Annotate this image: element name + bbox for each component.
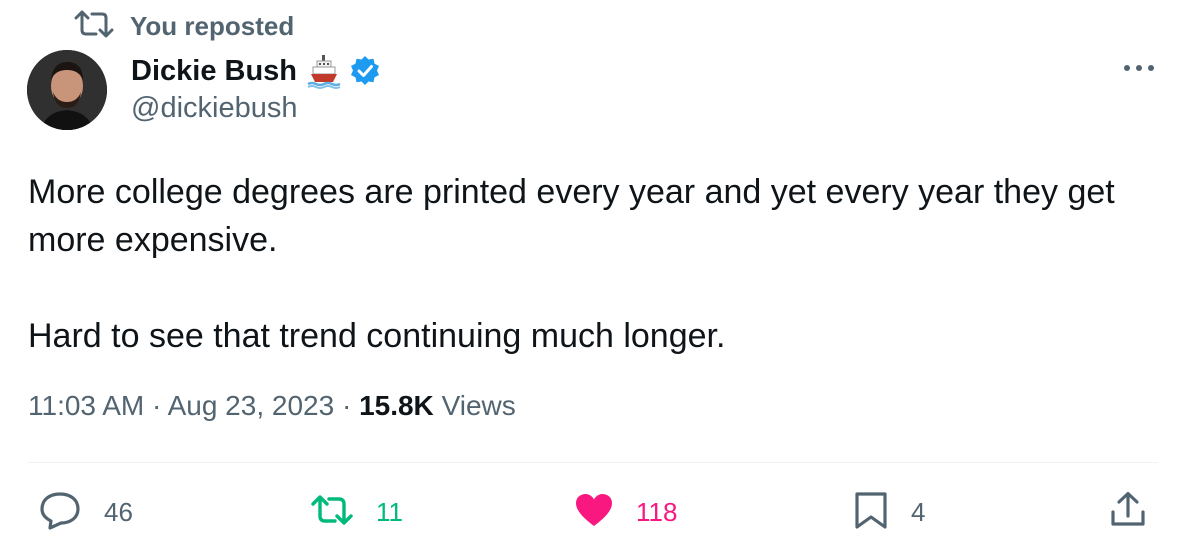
meta-separator: · (152, 390, 162, 421)
ship-emoji-icon (307, 53, 341, 89)
bookmark-button[interactable]: 4 (853, 490, 925, 534)
share-button[interactable] (1108, 490, 1148, 534)
tweet-date[interactable]: Aug 23, 2023 (168, 390, 335, 421)
tweet-paragraph: More college degrees are printed every y… (28, 173, 1115, 259)
repost-icon (72, 10, 116, 43)
views-label: Views (441, 390, 516, 421)
bookmark-icon (853, 490, 889, 535)
meta-separator: · (341, 390, 352, 421)
author-handle[interactable]: @dickiebush (131, 92, 297, 125)
author-name[interactable]: Dickie Bush (131, 55, 297, 88)
views-count[interactable]: 15.8K (359, 390, 434, 421)
repost-icon (310, 494, 354, 531)
more-icon (1122, 60, 1156, 78)
reply-count: 46 (104, 496, 133, 527)
divider (28, 462, 1158, 463)
share-icon (1108, 490, 1148, 535)
more-options-button[interactable] (1122, 52, 1156, 86)
reply-icon (38, 490, 82, 535)
repost-indicator: You reposted (72, 8, 294, 44)
heart-icon (574, 492, 614, 533)
avatar[interactable] (27, 50, 107, 130)
author-name-row: Dickie Bush (131, 50, 381, 92)
repost-label: You reposted (130, 10, 295, 41)
tweet-time[interactable]: 11:03 AM (28, 390, 144, 421)
bookmark-count: 4 (911, 496, 926, 527)
like-count: 118 (636, 496, 678, 527)
reply-button[interactable]: 46 (38, 490, 133, 534)
tweet-metadata: 11:03 AM · Aug 23, 2023 · 15.8K Views (28, 390, 516, 422)
verified-badge-icon[interactable] (349, 55, 381, 87)
tweet-paragraph: Hard to see that trend continuing much l… (28, 317, 726, 355)
repost-button[interactable]: 11 (310, 490, 403, 534)
like-button[interactable]: 118 (574, 490, 677, 534)
tweet-text: More college degrees are printed every y… (28, 168, 1158, 360)
repost-count: 11 (376, 496, 403, 527)
